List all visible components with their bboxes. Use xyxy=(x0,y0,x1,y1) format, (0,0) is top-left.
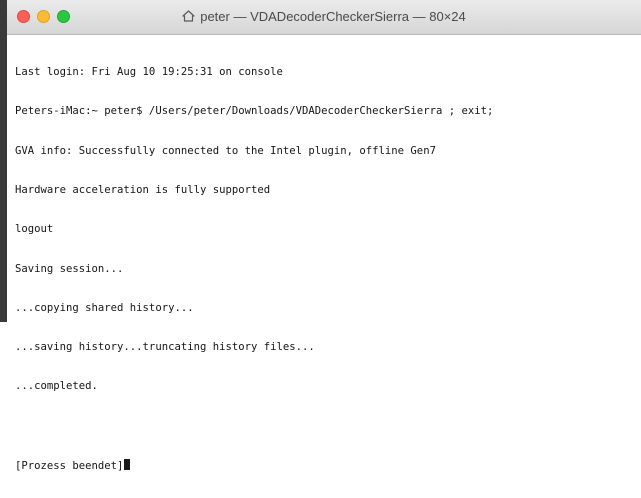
text-cursor xyxy=(124,459,131,470)
process-ended-text: [Prozess beendet] xyxy=(15,460,124,472)
terminal-line: Hardware acceleration is fully supported xyxy=(15,184,271,197)
terminal-output[interactable]: Last login: Fri Aug 10 19:25:31 on conso… xyxy=(15,40,635,472)
terminal-line: Peters-iMac:~ peter$ /Users/peter/Downlo… xyxy=(15,105,494,118)
terminal-line: ...completed. xyxy=(15,380,98,393)
terminal-line: logout xyxy=(15,223,54,236)
window-title: peter — VDADecoderCheckerSierra — 80×24 xyxy=(200,9,466,24)
terminal-line: ...saving history...truncating history f… xyxy=(15,341,315,354)
terminal-line: Last login: Fri Aug 10 19:25:31 on conso… xyxy=(15,66,283,79)
terminal-window: peter — VDADecoderCheckerSierra — 80×24 … xyxy=(0,0,641,472)
terminal-line: Saving session... xyxy=(15,262,124,275)
terminal-line: ...copying shared history... xyxy=(15,301,194,314)
home-folder-icon xyxy=(182,10,195,22)
window-title-container: peter — VDADecoderCheckerSierra — 80×24 xyxy=(7,9,641,24)
terminal-line-last: [Prozess beendet] xyxy=(15,459,635,472)
terminal-line: GVA info: Successfully connected to the … xyxy=(15,144,436,157)
title-bar[interactable]: peter — VDADecoderCheckerSierra — 80×24 xyxy=(7,0,641,35)
